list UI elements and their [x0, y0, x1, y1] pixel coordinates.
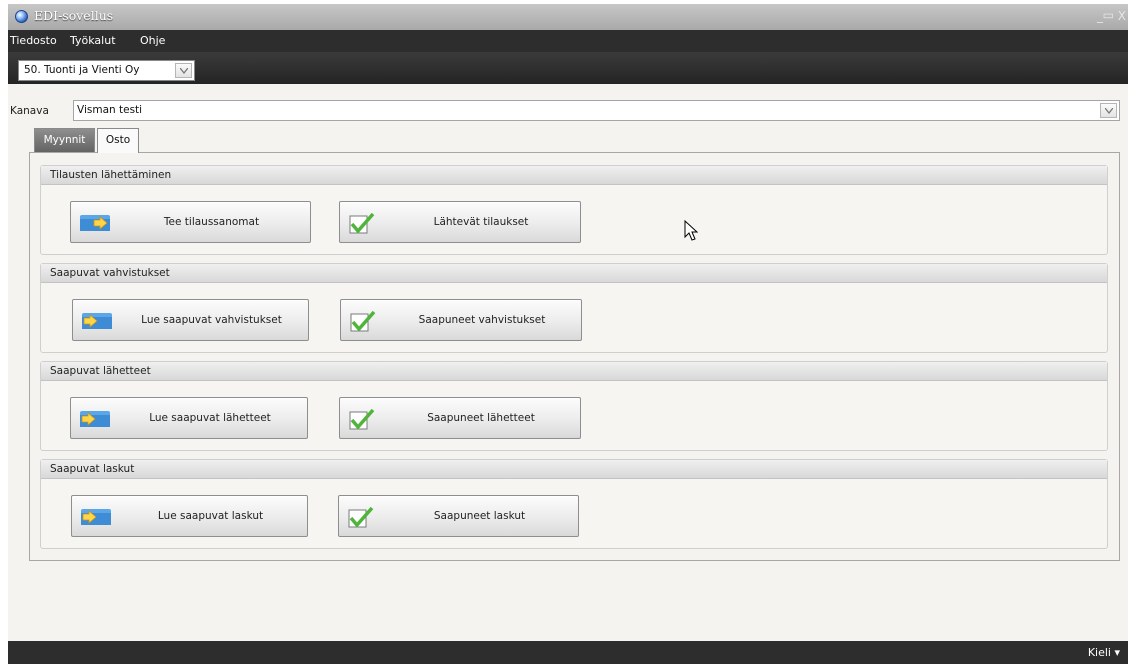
tab-osto[interactable]: Osto — [97, 128, 139, 153]
mouse-pointer-icon — [684, 220, 698, 241]
close-button[interactable]: X — [1118, 9, 1126, 23]
app-window: EDI-sovellus _ ▭ X Tiedosto Työkalut Ohj… — [8, 4, 1128, 664]
company-select[interactable]: 50. Tuonti ja Vienti Oy — [18, 60, 195, 81]
company-toolbar: 50. Tuonti ja Vienti Oy — [8, 52, 1128, 84]
group-incoming-dispatch-notes: Saapuvat lähetteet Lue saapuvat lähettee… — [40, 361, 1108, 451]
language-menu[interactable]: Kieli ▾ — [1088, 646, 1120, 659]
checkmark-icon — [350, 311, 376, 332]
title-bar[interactable]: EDI-sovellus _ ▭ X — [8, 4, 1128, 30]
channel-dropdown-button[interactable] — [1100, 103, 1117, 118]
group-title: Saapuvat lähetteet — [50, 365, 151, 377]
received-dispatch-notes-button[interactable]: Saapuneet lähetteet — [339, 397, 581, 439]
channel-select-value: Visman testi — [77, 104, 143, 116]
folder-arrow-icon — [80, 411, 110, 427]
app-globe-icon — [15, 10, 28, 23]
button-label: Saapuneet vahvistukset — [418, 314, 546, 326]
group-incoming-confirmations: Saapuvat vahvistukset Lue saapuvat vahvi… — [40, 263, 1108, 353]
received-confirmations-button[interactable]: Saapuneet vahvistukset — [340, 299, 582, 341]
menu-ohje[interactable]: Ohje — [140, 34, 165, 47]
group-title: Tilausten lähettäminen — [50, 169, 172, 181]
button-label: Lue saapuvat vahvistukset — [141, 314, 282, 326]
company-select-value: 50. Tuonti ja Vienti Oy — [24, 64, 140, 76]
read-incoming-invoices-button[interactable]: Lue saapuvat laskut — [71, 495, 308, 537]
group-title: Saapuvat laskut — [50, 463, 135, 475]
group-order-sending: Tilausten lähettäminen Tee tilaussanomat… — [40, 165, 1108, 255]
channel-label: Kanava — [10, 105, 49, 117]
button-label: Lue saapuvat laskut — [157, 510, 264, 522]
group-header: Saapuvat lähetteet — [41, 362, 1107, 381]
checkmark-icon — [349, 409, 375, 430]
read-incoming-dispatch-notes-button[interactable]: Lue saapuvat lähetteet — [70, 397, 308, 439]
status-bar: Kieli ▾ — [8, 641, 1128, 664]
read-incoming-confirmations-button[interactable]: Lue saapuvat vahvistukset — [72, 299, 309, 341]
checkmark-icon — [349, 213, 375, 234]
folder-arrow-icon — [81, 509, 111, 525]
group-header: Tilausten lähettäminen — [41, 166, 1107, 185]
group-title: Saapuvat vahvistukset — [50, 267, 170, 279]
menu-tyokalut[interactable]: Työkalut — [70, 34, 116, 47]
button-label: Tee tilaussanomat — [163, 216, 260, 228]
checkmark-icon — [348, 507, 374, 528]
group-incoming-invoices: Saapuvat laskut Lue saapuvat laskut Saap… — [40, 459, 1108, 549]
folder-arrow-icon — [80, 215, 110, 231]
group-header: Saapuvat vahvistukset — [41, 264, 1107, 283]
group-header: Saapuvat laskut — [41, 460, 1107, 479]
tab-myynnit[interactable]: Myynnit — [34, 128, 95, 152]
chevron-down-icon — [1105, 108, 1113, 114]
create-order-messages-button[interactable]: Tee tilaussanomat — [70, 201, 311, 243]
company-dropdown-button[interactable] — [175, 63, 192, 78]
button-label: Saapuneet lähetteet — [427, 412, 535, 424]
outgoing-orders-button[interactable]: Lähtevät tilaukset — [339, 201, 581, 243]
button-label: Saapuneet laskut — [433, 510, 526, 522]
menu-bar: Tiedosto Työkalut Ohje — [8, 30, 1128, 52]
button-label: Lähtevät tilaukset — [433, 216, 529, 228]
osto-tab-panel: Tilausten lähettäminen Tee tilaussanomat… — [29, 152, 1120, 561]
chevron-down-icon — [180, 68, 188, 74]
folder-arrow-icon — [82, 313, 112, 329]
maximize-button[interactable]: ▭ — [1103, 8, 1114, 22]
button-label: Lue saapuvat lähetteet — [149, 412, 271, 424]
window-title: EDI-sovellus — [34, 8, 114, 23]
menu-tiedosto[interactable]: Tiedosto — [10, 34, 57, 47]
received-invoices-button[interactable]: Saapuneet laskut — [338, 495, 579, 537]
channel-select[interactable]: Visman testi — [73, 100, 1120, 121]
